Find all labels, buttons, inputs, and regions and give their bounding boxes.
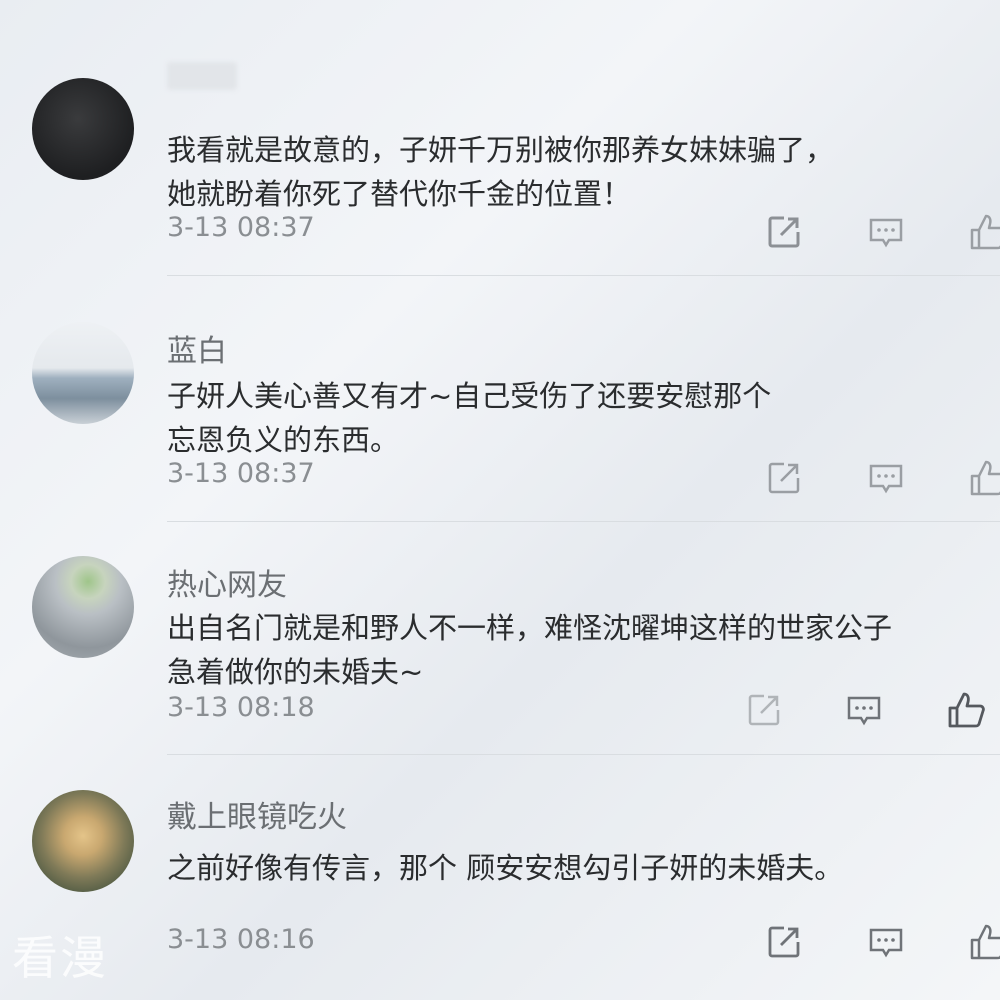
avatar[interactable] (32, 78, 134, 180)
reply-button[interactable] (844, 690, 884, 730)
comment-text: 之前好像有传言，那个 顾安安想勾引子妍的未婚夫。 (167, 851, 844, 885)
reply-button[interactable] (866, 458, 906, 498)
comment-actions (764, 458, 1000, 502)
share-button[interactable] (764, 922, 804, 962)
divider (167, 275, 1000, 276)
like-button[interactable] (968, 922, 1000, 962)
timestamp: 3-13 08:37 (167, 458, 315, 489)
watermark: 看漫 (12, 931, 108, 985)
timestamp: 3-13 08:18 (167, 692, 315, 723)
avatar[interactable] (32, 790, 134, 892)
comment-actions (764, 922, 1000, 966)
share-icon (768, 216, 800, 248)
comment-icon (869, 464, 903, 494)
username[interactable]: 热心网友 (167, 560, 287, 604)
comment-icon (847, 696, 881, 726)
thumbs-up-icon (970, 214, 1000, 250)
comment-text: 子妍人美心善又有才~自己受伤了还要安慰那个 忘恩负义的东西。 (167, 379, 772, 457)
divider (167, 754, 1000, 755)
comment-text: 出自名门就是和野人不一样，难怪沈曜坤这样的世家公子 急着做你的未婚夫~ (167, 611, 893, 689)
comment-icon (869, 928, 903, 958)
share-icon (768, 462, 800, 494)
like-button[interactable] (968, 458, 1000, 498)
share-button[interactable] (764, 212, 804, 252)
reply-button[interactable] (866, 212, 906, 252)
share-icon (748, 694, 780, 726)
share-icon (768, 926, 800, 958)
thumbs-up-icon (970, 460, 1000, 496)
divider (167, 521, 1000, 522)
comment-actions (744, 690, 990, 734)
like-button[interactable] (968, 212, 1000, 252)
avatar[interactable] (32, 322, 134, 424)
share-button[interactable] (744, 690, 784, 730)
comment-icon (869, 218, 903, 248)
thumbs-up-icon (948, 692, 985, 728)
username[interactable]: 戴上眼镜吃火 (167, 792, 347, 836)
reply-button[interactable] (866, 922, 906, 962)
timestamp: 3-13 08:37 (167, 212, 315, 243)
like-button[interactable] (946, 690, 986, 730)
avatar[interactable] (32, 556, 134, 658)
thumbs-up-icon (970, 924, 1000, 960)
comment-text: 我看就是故意的，子妍千万别被你那养女妹妹骗了， 她就盼着你死了替代你千金的位置！ (167, 133, 835, 211)
share-button[interactable] (764, 458, 804, 498)
timestamp: 3-13 08:16 (167, 924, 315, 955)
username[interactable] (167, 62, 237, 90)
username[interactable]: 蓝白 (167, 326, 227, 370)
comment-actions (764, 212, 1000, 256)
